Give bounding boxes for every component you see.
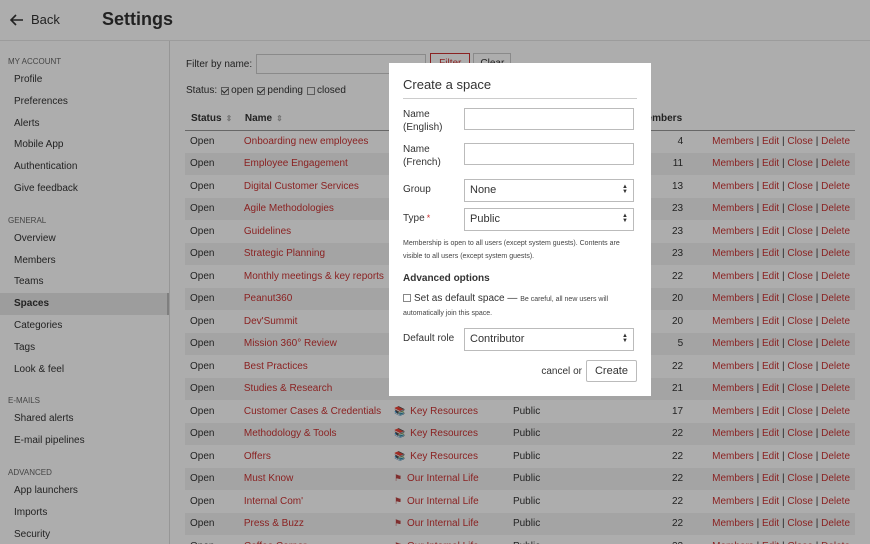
group-select[interactable]: None ▲ ▼ (464, 179, 634, 202)
default-role-value: Contributor (470, 333, 525, 345)
create-space-dialog: Create a space Name (English) Name (Fren… (389, 63, 651, 396)
or-text: or (573, 365, 582, 377)
type-hint: Membership is open to all users (except … (403, 240, 620, 260)
select-arrows-icon: ▲ ▼ (622, 333, 628, 344)
default-space-option: Set as default space — Be careful, all n… (403, 292, 637, 320)
name-french-input[interactable] (464, 143, 634, 165)
name-english-input[interactable] (464, 108, 634, 130)
name-french-label: Name (French) (403, 144, 441, 168)
default-role-label: Default role (403, 333, 455, 344)
default-space-label: Set as default space — (414, 293, 518, 304)
type-select[interactable]: Public ▲ ▼ (464, 208, 634, 231)
advanced-options-title: Advanced options (403, 273, 490, 284)
select-arrows-icon: ▲ ▼ (622, 213, 628, 224)
name-english-label: Name (English) (403, 109, 443, 133)
dialog-footer: cancel or Create (541, 360, 637, 382)
cancel-link[interactable]: cancel (541, 366, 570, 377)
select-arrows-icon: ▲ ▼ (622, 184, 628, 195)
group-select-value: None (470, 184, 497, 196)
default-space-checkbox[interactable] (403, 294, 411, 303)
default-role-select[interactable]: Contributor ▲ ▼ (464, 328, 634, 351)
group-label: Group (403, 184, 431, 195)
required-marker: * (426, 213, 431, 223)
type-label: Type * (403, 213, 431, 224)
create-button[interactable]: Create (585, 360, 637, 382)
dialog-title: Create a space (403, 77, 637, 99)
type-select-value: Public (470, 213, 500, 225)
